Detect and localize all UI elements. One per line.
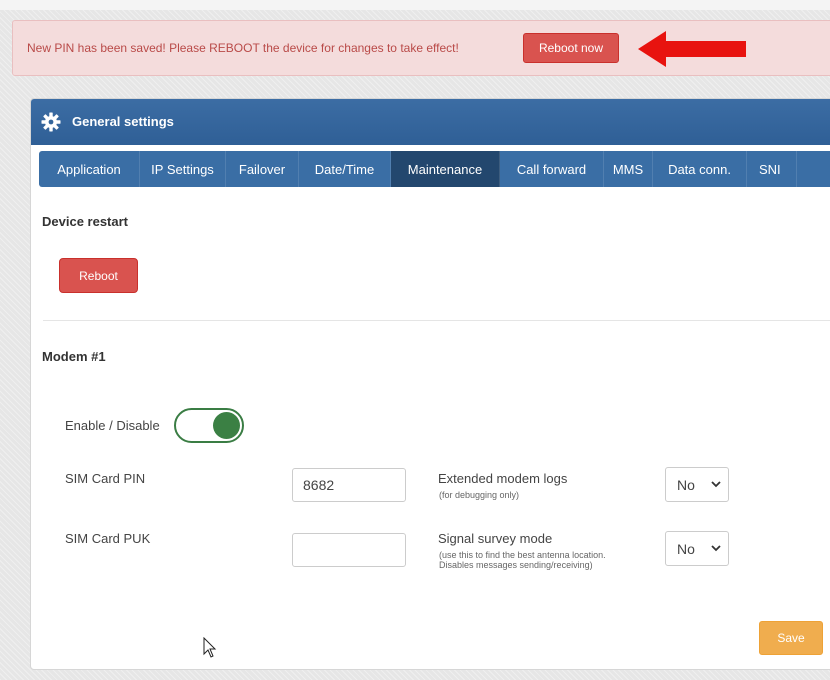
tab-maintenance[interactable]: Maintenance [391, 151, 500, 187]
sim-pin-label: SIM Card PIN [65, 471, 146, 486]
extended-logs-hint: (for debugging only) [439, 490, 520, 500]
mouse-cursor-icon [203, 637, 217, 658]
chevron-down-icon [711, 481, 721, 488]
device-restart-title: Device restart [42, 214, 128, 229]
sim-pin-input[interactable]: 8682 [292, 468, 406, 502]
panel-header: General settings [31, 99, 830, 145]
tab-mms[interactable]: MMS [604, 151, 653, 187]
chevron-down-icon [711, 545, 721, 552]
sim-puk-input[interactable] [292, 533, 406, 567]
signal-survey-select[interactable]: No [665, 531, 729, 566]
tab-application[interactable]: Application [39, 151, 140, 187]
reboot-button[interactable]: Reboot [59, 258, 138, 293]
gear-icon [41, 112, 61, 132]
tab-data-conn[interactable]: Data conn. [653, 151, 747, 187]
sim-puk-label: SIM Card PUK [65, 531, 151, 546]
top-strip [0, 0, 830, 10]
extended-logs-value: No [677, 477, 695, 493]
settings-tabs: Application IP Settings Failover Date/Ti… [39, 151, 830, 187]
general-settings-panel: General settings Application IP Settings… [30, 98, 830, 670]
red-arrow-icon [638, 31, 746, 67]
signal-survey-hint-line2: Disables messages sending/receiving) [439, 560, 593, 570]
reboot-now-button[interactable]: Reboot now [523, 33, 619, 63]
modem-enable-toggle[interactable] [174, 408, 244, 443]
extended-logs-label: Extended modem logs [438, 471, 568, 486]
extended-logs-select[interactable]: No [665, 467, 729, 502]
section-divider [43, 320, 830, 321]
tab-ip-settings[interactable]: IP Settings [140, 151, 226, 187]
signal-survey-value: No [677, 541, 695, 557]
enable-disable-label: Enable / Disable [65, 418, 160, 433]
signal-survey-label: Signal survey mode [438, 531, 553, 546]
tab-failover[interactable]: Failover [226, 151, 299, 187]
panel-title: General settings [72, 114, 174, 129]
tab-call-forward[interactable]: Call forward [500, 151, 604, 187]
toggle-knob [213, 412, 240, 439]
tab-sni[interactable]: SNI [747, 151, 797, 187]
save-button[interactable]: Save [759, 621, 823, 655]
modem-title: Modem #1 [42, 349, 106, 364]
tab-date-time[interactable]: Date/Time [299, 151, 391, 187]
alert-message: New PIN has been saved! Please REBOOT th… [27, 41, 459, 55]
reboot-alert: New PIN has been saved! Please REBOOT th… [12, 20, 830, 76]
